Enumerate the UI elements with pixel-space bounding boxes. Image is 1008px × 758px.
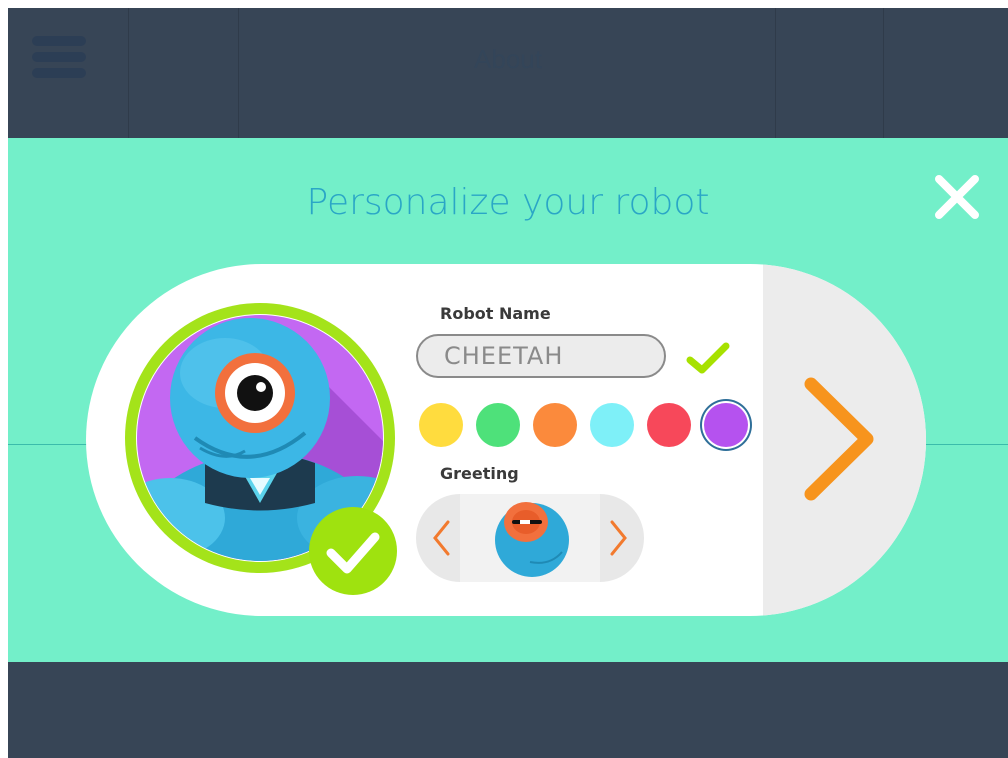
divider-line — [8, 444, 88, 445]
robot-name-label: Robot Name — [440, 304, 551, 323]
checkmark-badge-icon — [309, 507, 397, 595]
chevron-right-icon — [801, 374, 881, 504]
color-swatch-green[interactable] — [476, 403, 520, 447]
page-title: About — [474, 44, 542, 74]
robot-card: Robot Name Greeting — [86, 264, 926, 616]
modal-title: Personalize your robot — [306, 182, 710, 223]
greeting-robot-icon[interactable] — [490, 496, 574, 580]
color-swatch-orange[interactable] — [533, 403, 577, 447]
color-swatch-purple[interactable] — [704, 403, 748, 447]
greeting-selector — [416, 494, 644, 582]
next-button[interactable] — [763, 264, 926, 616]
top-navigation-bar: About — [8, 8, 1008, 138]
robot-name-input[interactable] — [416, 334, 666, 378]
color-swatch-red[interactable] — [647, 403, 691, 447]
divider-line — [926, 444, 1008, 445]
chevron-right-small-icon[interactable] — [608, 518, 630, 558]
close-icon[interactable] — [932, 172, 982, 222]
color-swatch-cyan[interactable] — [590, 403, 634, 447]
app-window: About Personalize your robot Robot Name … — [8, 8, 1008, 758]
color-swatch-yellow[interactable] — [419, 403, 463, 447]
personalize-modal: Personalize your robot Robot Name CHEETA… — [8, 138, 1008, 662]
greeting-label: Greeting — [440, 464, 519, 483]
chevron-left-icon[interactable] — [430, 518, 452, 558]
checkmark-icon — [684, 340, 732, 376]
